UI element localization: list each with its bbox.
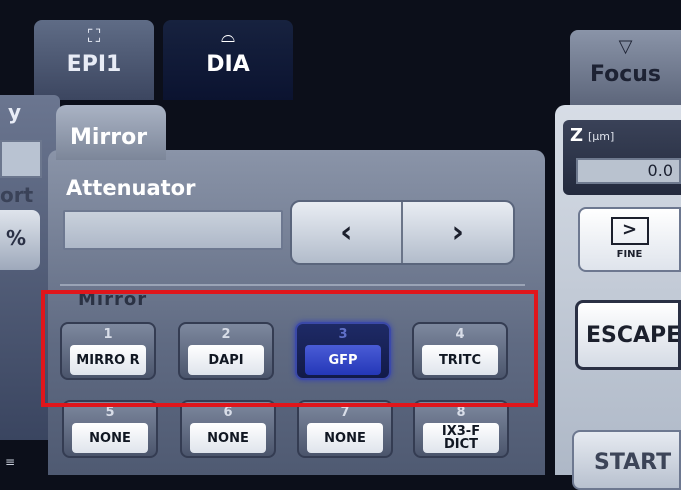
- attenuator-value-field: [63, 210, 283, 250]
- tab-dia[interactable]: ⌓ DIA: [163, 20, 293, 100]
- mirror-button-number: 5: [105, 405, 115, 420]
- tab-epi1[interactable]: ⛶ EPI1: [34, 20, 154, 100]
- mirror-button-label: NONE: [190, 423, 266, 453]
- z-label: Z: [570, 125, 584, 146]
- mirror-button-7[interactable]: 7 NONE: [297, 400, 393, 458]
- attenuator-prev-button[interactable]: ‹: [292, 202, 403, 263]
- menu-icon: ≡: [5, 455, 16, 469]
- tab-focus-label: Focus: [589, 62, 662, 87]
- attenuator-stepper: ‹ ›: [290, 200, 515, 265]
- epi-lamp-icon: ⛶: [87, 26, 101, 47]
- mirror-button-label: NONE: [72, 423, 148, 453]
- dia-lamp-icon: ⌓: [220, 26, 236, 47]
- tab-focus[interactable]: ▽ Focus: [570, 30, 681, 110]
- tab-epi1-label: EPI1: [66, 52, 122, 77]
- start-button[interactable]: START: [572, 430, 681, 490]
- mirror-button-number: 7: [340, 405, 350, 420]
- attenuator-title: Attenuator: [66, 176, 196, 200]
- tab-mirror[interactable]: Mirror: [56, 105, 166, 160]
- highlight-rectangle: [41, 290, 538, 407]
- mirror-button-8[interactable]: 8 IX3-F DICT: [413, 400, 509, 458]
- mirror-button-label: NONE: [307, 423, 383, 453]
- left-panel-fragment-mid: ort: [0, 183, 34, 207]
- left-panel-field[interactable]: [0, 140, 42, 178]
- divider: [60, 284, 525, 286]
- z-value-field: 0.0: [576, 158, 681, 184]
- mirror-button-number: 8: [456, 405, 466, 420]
- mirror-button-5[interactable]: 5 NONE: [62, 400, 158, 458]
- mirror-button-6[interactable]: 6 NONE: [180, 400, 276, 458]
- left-percent-button[interactable]: %: [0, 210, 40, 270]
- left-panel-fragment-top: y: [8, 100, 22, 124]
- attenuator-next-button[interactable]: ›: [403, 202, 514, 263]
- z-unit: [μm]: [588, 130, 615, 143]
- fine-button-label: FINE: [616, 249, 643, 260]
- tab-dia-label: DIA: [206, 52, 250, 77]
- chevron-right-icon: >: [610, 217, 649, 245]
- focus-icon: ▽: [618, 36, 633, 57]
- mirror-button-number: 6: [223, 405, 233, 420]
- mirror-button-label: IX3-F DICT: [423, 423, 499, 453]
- fine-button[interactable]: > FINE: [578, 207, 681, 272]
- escape-button[interactable]: ESCAPE: [575, 300, 681, 370]
